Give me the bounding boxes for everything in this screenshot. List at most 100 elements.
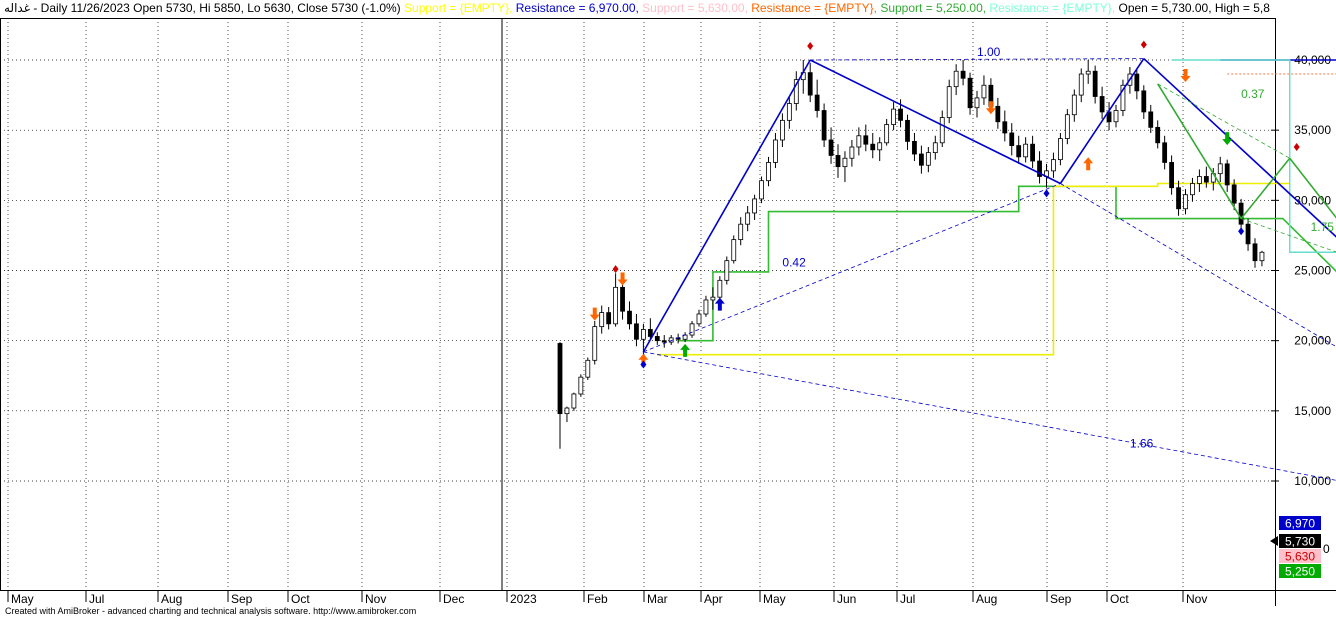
candle-body	[620, 286, 625, 312]
candle-body	[953, 70, 959, 88]
candle-body	[1155, 126, 1161, 144]
x-tick-label: 2023	[510, 592, 537, 606]
last-price-marker-icon	[1270, 536, 1278, 546]
candle-body	[821, 110, 827, 141]
title-segment-6: Resistance = {EMPTY},	[989, 1, 1119, 15]
candle-body	[1078, 73, 1084, 96]
candle-body	[1203, 176, 1209, 183]
x-tick-label: Jun	[837, 592, 856, 606]
pivot-dot-icon	[612, 265, 619, 274]
candle-body	[925, 152, 931, 166]
candle-body	[891, 108, 896, 125]
x-tick-label: Apr	[704, 592, 723, 606]
y-tick-label: 35,000	[1294, 123, 1331, 137]
x-tick-label: Mar	[647, 592, 668, 606]
pivot-dot-icon	[807, 41, 814, 50]
candle-body	[745, 212, 751, 225]
candle-body	[1030, 143, 1035, 162]
x-tick-label: Jul	[89, 592, 104, 606]
x-tick-label: Oct	[291, 592, 310, 606]
candle-body	[856, 135, 862, 148]
candle-body	[849, 146, 855, 159]
price-chart[interactable]: 10,00015,00020,00025,00030,00035,00040,0…	[0, 0, 1336, 619]
sell-arrow-icon	[985, 101, 996, 115]
candle-body	[627, 310, 632, 325]
pattern-leg	[1059, 58, 1145, 184]
candle-body	[842, 157, 848, 168]
sell-arrow-icon	[1180, 69, 1191, 83]
candle-body	[1224, 163, 1230, 186]
candle-body	[898, 108, 903, 121]
price-badge-label: 6,970	[1285, 517, 1315, 531]
title-segment-2: Resistance = 6,970.00,	[515, 1, 643, 15]
sell-arrow-icon	[589, 307, 600, 321]
buy-arrow-icon	[1083, 157, 1094, 171]
candle-body	[1064, 114, 1070, 139]
candle-body	[592, 326, 598, 361]
x-tick-label: Oct	[1110, 592, 1129, 606]
candle-body	[1238, 202, 1244, 225]
candle-body	[578, 376, 584, 395]
title-segment-7: Open = 5,730.00, High = 5,8	[1118, 1, 1270, 15]
candle-body	[613, 286, 618, 325]
pattern-leg	[809, 59, 1061, 185]
candle-body	[939, 117, 945, 144]
candle-body	[641, 329, 646, 340]
y-tick-label-partial: 0	[1323, 542, 1330, 556]
level-support-yellow	[657, 182, 1290, 356]
x-tick-label: Sep	[1050, 592, 1072, 606]
candle-body	[759, 180, 764, 200]
candle-body	[870, 143, 876, 151]
candle-body	[1245, 223, 1251, 245]
candle-body	[995, 105, 1001, 123]
pattern-ratio-label: 0.42	[782, 255, 806, 269]
small-pattern-leg	[1240, 157, 1291, 220]
pattern-ratio-line	[643, 351, 1336, 481]
x-tick-label: Jul	[900, 592, 915, 606]
candle-body	[557, 343, 563, 415]
candle-body	[919, 153, 924, 166]
pattern-leg	[642, 59, 811, 353]
x-tick-label: Nov	[1186, 592, 1207, 606]
chart-root: غداله - Daily 11/26/2023 Open 5730, Hi 5…	[0, 0, 1336, 619]
candle-body	[654, 336, 660, 342]
footer-credit: Created with AmiBroker - advanced charti…	[5, 606, 417, 616]
sell-arrow-icon	[617, 272, 628, 286]
title-segment-1: Support = {EMPTY},	[404, 1, 516, 15]
pivot-dot-icon	[1293, 143, 1300, 152]
pivot-dot-icon	[1043, 189, 1050, 198]
candle-body	[1252, 243, 1258, 262]
candle-body	[1071, 94, 1077, 116]
candle-body	[884, 124, 890, 144]
candle-body	[1002, 121, 1008, 134]
candle-body	[752, 198, 757, 214]
candle-body	[599, 312, 605, 328]
y-tick-label: 15,000	[1294, 404, 1331, 418]
title-segment-0: غداله - Daily 11/26/2023 Open 5730, Hi 5…	[4, 1, 405, 15]
candle-body	[1169, 162, 1174, 189]
candle-body	[585, 359, 591, 378]
candle-body	[766, 162, 771, 182]
candle-body	[703, 299, 709, 315]
x-tick-label: Feb	[587, 592, 608, 606]
candle-body	[946, 86, 952, 118]
candle-body	[1023, 143, 1029, 158]
candle-body	[1190, 183, 1195, 196]
candle-body	[905, 119, 910, 142]
candle-body	[564, 407, 570, 415]
candle-body	[1217, 163, 1223, 175]
candle-body	[1259, 251, 1265, 262]
candle-body	[828, 139, 834, 156]
candle-body	[981, 84, 987, 99]
pattern-ratio-line	[643, 183, 1061, 353]
candle-body	[835, 155, 841, 168]
candle-body	[696, 313, 702, 325]
x-tick-label: Sep	[231, 592, 253, 606]
title-segment-5: Support = 5,250.00,	[880, 1, 990, 15]
candle-body	[877, 142, 883, 151]
y-tick-label: 25,000	[1294, 264, 1331, 278]
candle-body	[974, 97, 980, 109]
candle-body	[960, 70, 966, 79]
chart-title: غداله - Daily 11/26/2023 Open 5730, Hi 5…	[4, 1, 1270, 15]
candle-body	[1113, 110, 1119, 123]
